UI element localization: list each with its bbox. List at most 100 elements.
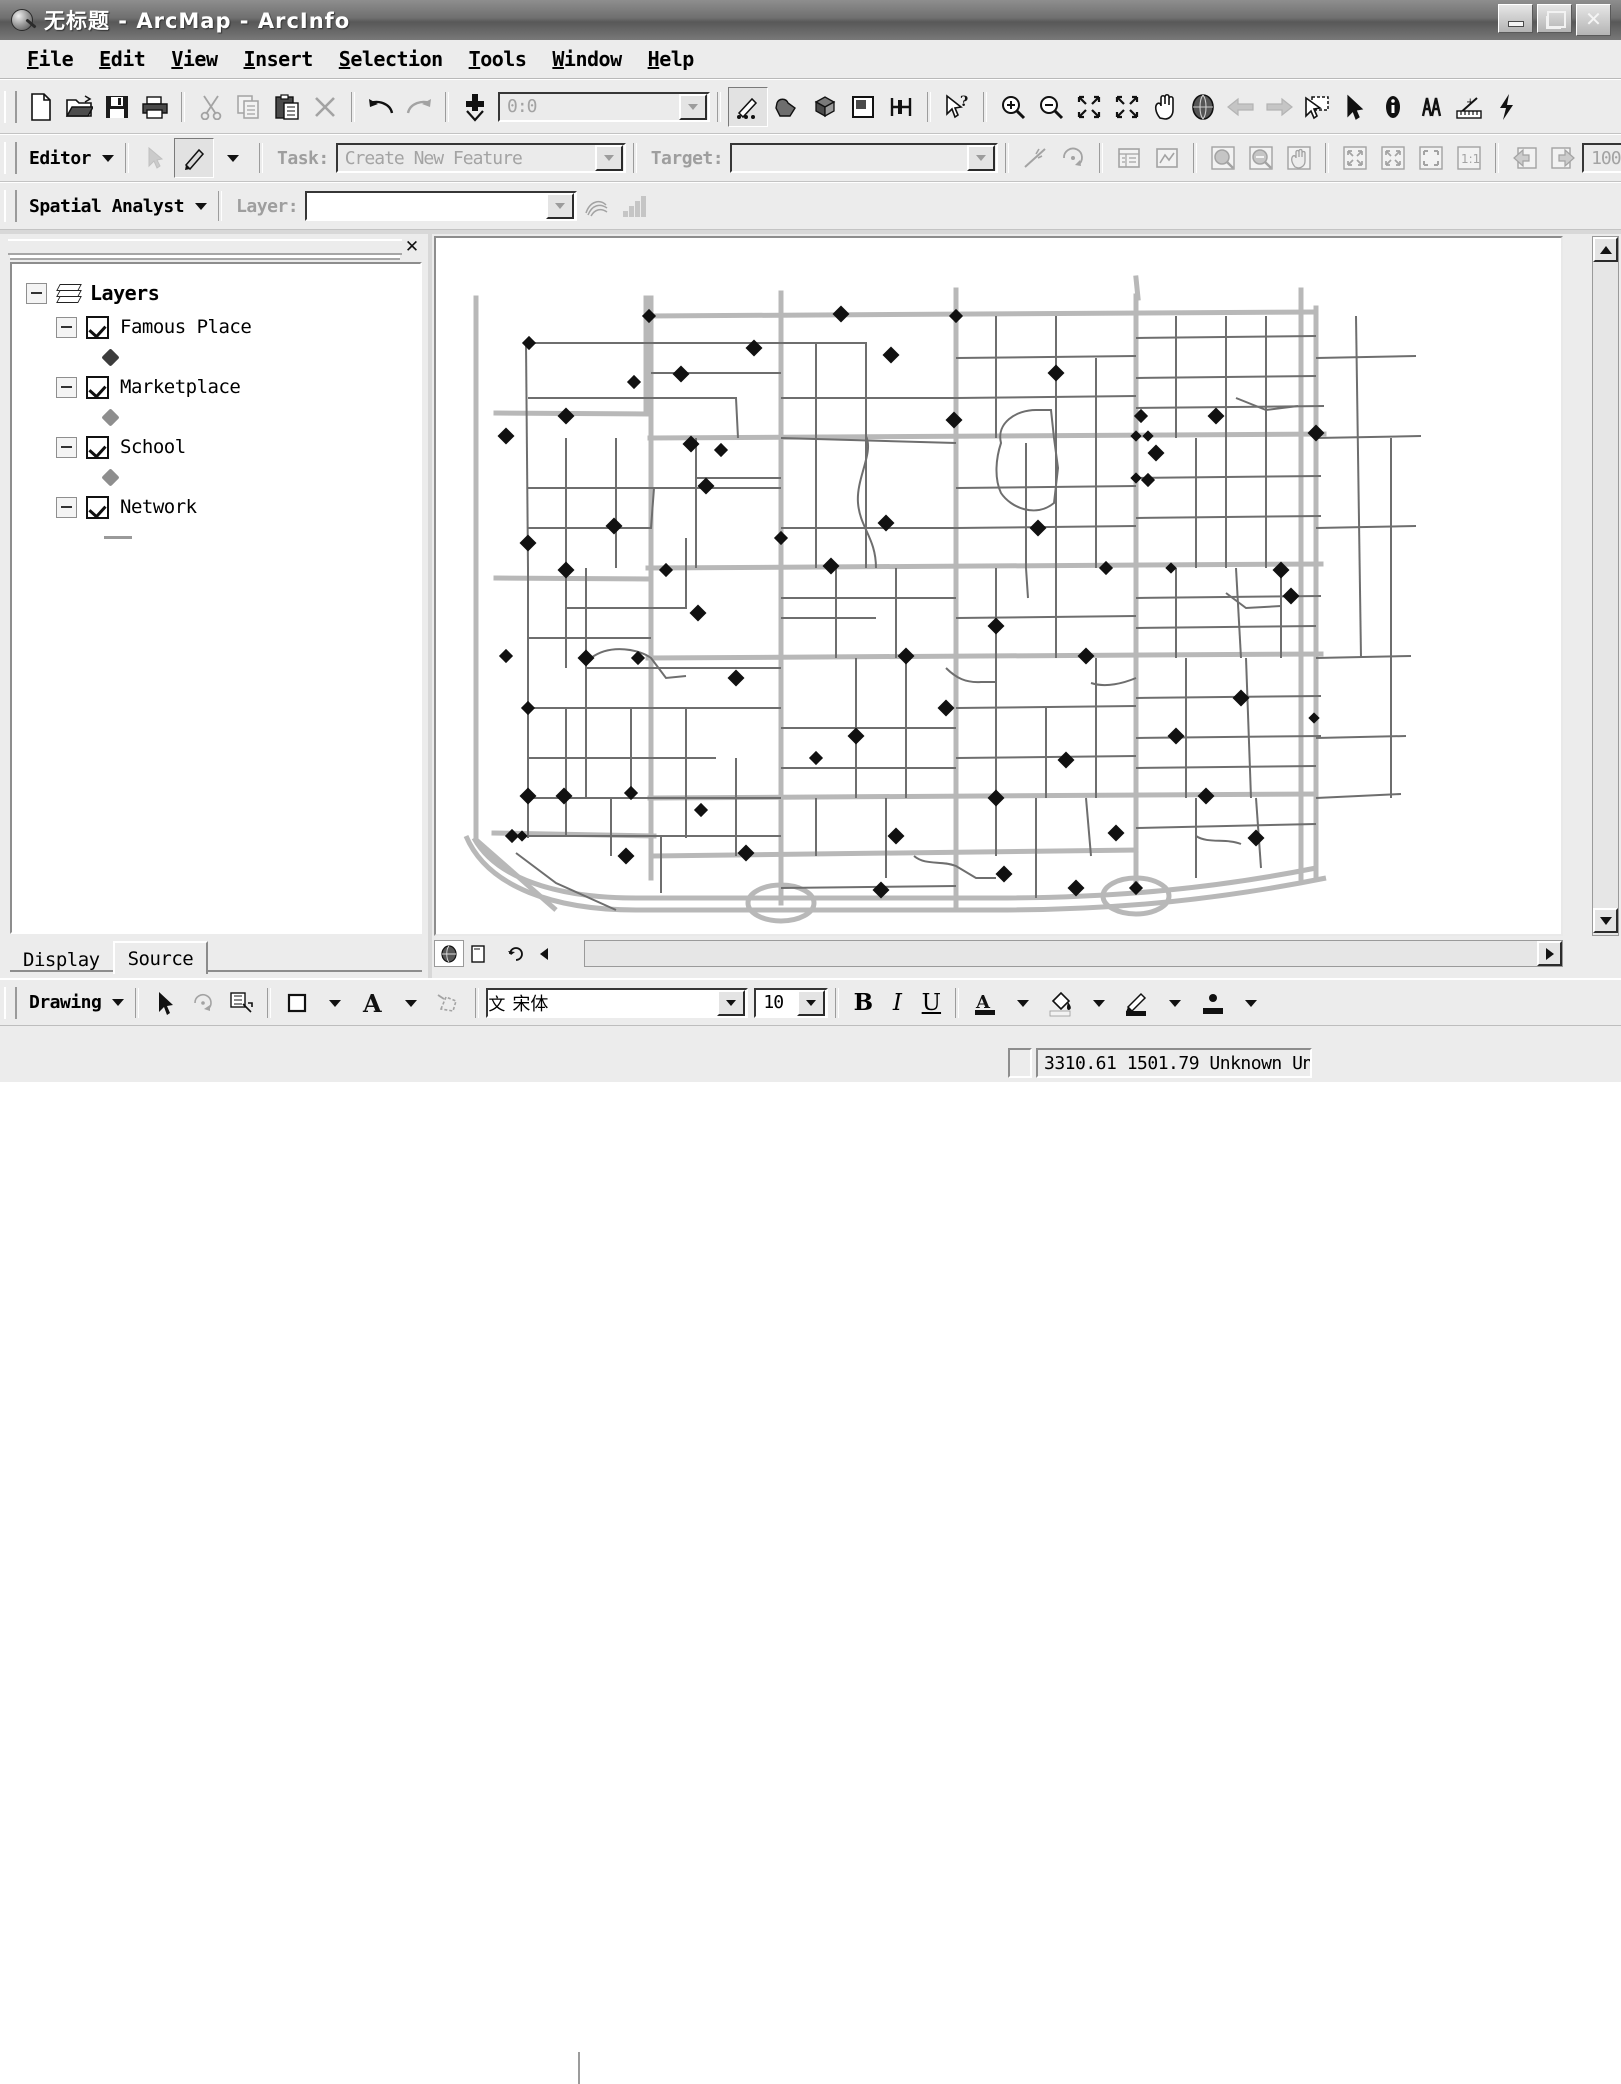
font-family-combo[interactable]: 文 宋体 (486, 988, 748, 1018)
fixed-zoom-in-icon[interactable] (1070, 88, 1108, 126)
measure-bar-icon[interactable] (882, 88, 920, 126)
full-extent-icon[interactable] (1184, 88, 1222, 126)
underline-button[interactable]: U (914, 986, 948, 1020)
rotate-tool-icon[interactable] (1054, 139, 1092, 177)
layout-pan-icon[interactable] (1280, 139, 1318, 177)
toc-layer-famous-place[interactable]: Famous Place (26, 310, 420, 344)
toc-symbol-famous-place[interactable] (26, 344, 420, 370)
expander-icon[interactable] (26, 283, 47, 304)
zoom-last-extent-icon[interactable] (1412, 139, 1450, 177)
layer-visibility-checkbox[interactable] (86, 376, 109, 399)
target-combo[interactable] (730, 143, 998, 173)
zoom-page-width-icon[interactable] (1374, 139, 1412, 177)
data-view-icon[interactable] (434, 940, 464, 967)
attributes-icon[interactable] (1110, 139, 1148, 177)
expander-icon[interactable] (56, 317, 77, 338)
sketch-tool-icon[interactable] (174, 138, 214, 178)
zoom-out-icon[interactable] (1032, 88, 1070, 126)
delete-icon[interactable] (306, 88, 344, 126)
map-canvas[interactable] (434, 236, 1563, 936)
identify-icon[interactable] (1374, 88, 1412, 126)
back-extent-icon[interactable] (1222, 88, 1260, 126)
font-size-combo[interactable]: 10 (754, 988, 828, 1018)
fixed-zoom-out-icon[interactable] (1108, 88, 1146, 126)
line-color-dropdown[interactable] (1156, 984, 1194, 1022)
layer-visibility-checkbox[interactable] (86, 316, 109, 339)
find-icon[interactable] (1412, 88, 1450, 126)
go-back-layout-icon[interactable] (1506, 139, 1544, 177)
split-tool-icon[interactable] (1016, 139, 1054, 177)
print-icon[interactable] (136, 88, 174, 126)
copy-icon[interactable] (230, 88, 268, 126)
layout-zoom-out-icon[interactable] (1242, 139, 1280, 177)
select-features-icon[interactable] (1298, 88, 1336, 126)
scroll-up-arrow-icon[interactable] (1593, 237, 1618, 262)
zoom-whole-page-icon[interactable] (1336, 139, 1374, 177)
editor-menu-caret-icon[interactable] (102, 155, 114, 162)
go-forward-layout-icon[interactable] (1544, 139, 1582, 177)
marker-color-dropdown[interactable] (1232, 984, 1270, 1022)
toc-layer-marketplace[interactable]: Marketplace (26, 370, 420, 404)
fill-color-icon[interactable] (1042, 984, 1080, 1022)
map-vertical-scrollbar[interactable] (1592, 236, 1619, 936)
toolbar-grip[interactable] (4, 91, 17, 123)
edit-tool-icon[interactable] (136, 139, 174, 177)
rotate-element-icon[interactable] (184, 984, 222, 1022)
contour-tool-icon[interactable] (577, 187, 615, 225)
task-dropdown[interactable] (595, 145, 623, 171)
fill-color-dropdown[interactable] (1080, 984, 1118, 1022)
hyperlink-icon[interactable] (1488, 88, 1526, 126)
new-text-icon[interactable]: A (354, 984, 392, 1022)
target-dropdown[interactable] (967, 145, 995, 171)
font-size-dropdown[interactable] (797, 990, 825, 1016)
restore-button[interactable] (1537, 4, 1572, 33)
toc-symbol-marketplace[interactable] (26, 404, 420, 430)
open-folder-icon[interactable] (60, 88, 98, 126)
forward-extent-icon[interactable] (1260, 88, 1298, 126)
spatial-analyst-caret-icon[interactable] (195, 203, 207, 210)
drawing-menu-caret-icon[interactable] (112, 999, 124, 1006)
menu-selection[interactable]: Selection (326, 45, 456, 73)
measure-icon[interactable]: + (1450, 88, 1488, 126)
toc-layer-network[interactable]: Network (26, 490, 420, 524)
new-rectangle-icon[interactable] (278, 984, 316, 1022)
layout-zoom-in-icon[interactable] (1204, 139, 1242, 177)
redo-icon[interactable] (400, 88, 438, 126)
histogram-icon[interactable] (615, 187, 653, 225)
new-rectangle-dropdown[interactable] (316, 984, 354, 1022)
editor-toolbar-grip[interactable] (4, 142, 17, 174)
cut-icon[interactable] (192, 88, 230, 126)
layout-view-icon[interactable] (844, 88, 882, 126)
spatial-analyst-grip[interactable] (4, 190, 17, 222)
menu-file[interactable]: File (14, 45, 86, 73)
new-document-icon[interactable] (22, 88, 60, 126)
tab-source[interactable]: Source (113, 941, 209, 974)
editor-tool-icon[interactable] (728, 87, 768, 127)
minimize-button[interactable] (1498, 4, 1533, 33)
font-color-dropdown[interactable] (1004, 984, 1042, 1022)
toc-symbol-school[interactable] (26, 464, 420, 490)
italic-button[interactable]: I (880, 986, 914, 1020)
scroll-right-arrow-icon[interactable] (1537, 941, 1562, 966)
select-elements-icon[interactable] (1336, 88, 1374, 126)
sketch-tool-dropdown[interactable] (214, 139, 252, 177)
expander-icon[interactable] (56, 497, 77, 518)
layout-view-icon[interactable] (464, 941, 492, 966)
menu-help[interactable]: Help (635, 45, 707, 73)
new-text-dropdown[interactable] (392, 984, 430, 1022)
toc-tree[interactable]: Layers Famous Place Marketplace (10, 262, 422, 934)
menu-edit[interactable]: Edit (86, 45, 158, 73)
pan-icon[interactable] (1146, 88, 1184, 126)
toc-symbol-network[interactable] (26, 524, 420, 550)
refresh-view-icon[interactable] (502, 941, 530, 966)
menu-insert[interactable]: Insert (231, 45, 326, 73)
layer-visibility-checkbox[interactable] (86, 436, 109, 459)
editor-menu-label[interactable]: Editor (22, 148, 98, 169)
select-elements-icon[interactable] (146, 984, 184, 1022)
layout-zoom-combo[interactable]: 100% (1582, 143, 1621, 173)
marker-color-icon[interactable] (1194, 984, 1232, 1022)
map-scale-combo[interactable]: 0:0 (498, 92, 710, 122)
menu-window[interactable]: Window (539, 45, 634, 73)
map-scale-dropdown[interactable] (679, 94, 707, 120)
toc-drag-grip[interactable] (8, 239, 402, 255)
